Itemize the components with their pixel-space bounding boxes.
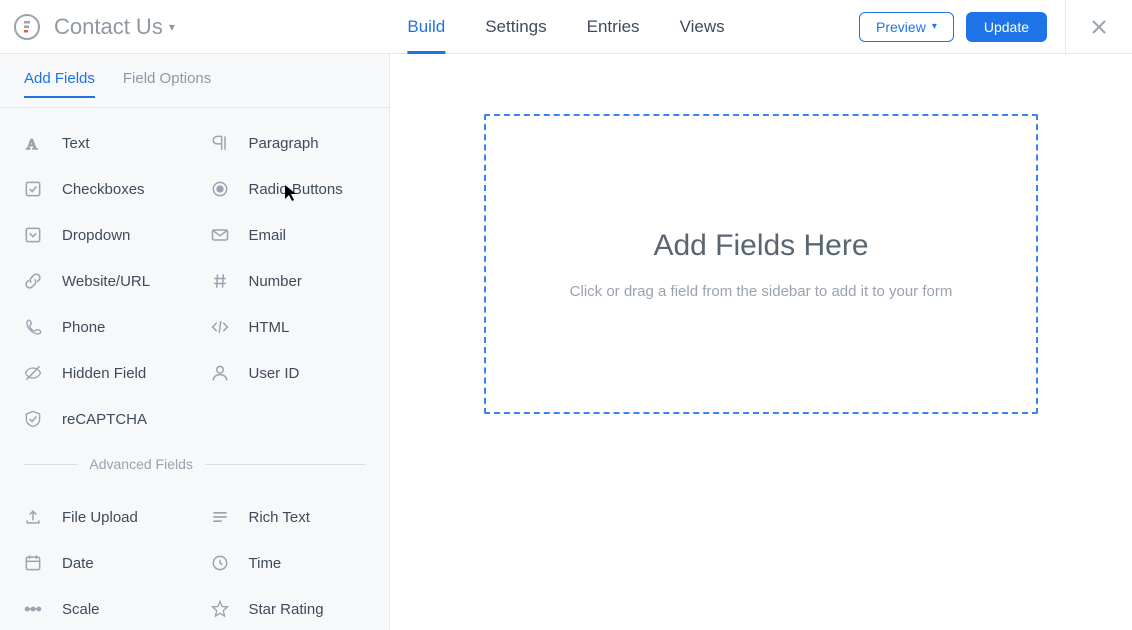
field-label: Scale <box>62 601 100 618</box>
logo-icon <box>14 14 40 40</box>
field-label: Phone <box>62 319 105 336</box>
field-label: Radio Buttons <box>249 181 343 198</box>
hidden-icon <box>22 362 44 384</box>
field-label: Email <box>249 227 287 244</box>
checkbox-icon <box>22 178 44 200</box>
phone-icon <box>22 316 44 338</box>
field-item-scale[interactable]: Scale <box>8 586 195 630</box>
field-item-user[interactable]: User ID <box>195 350 382 396</box>
tab-views[interactable]: Views <box>680 0 725 53</box>
field-label: Website/URL <box>62 273 150 290</box>
field-item-hidden[interactable]: Hidden Field <box>8 350 195 396</box>
sidebar-tabs: Add Fields Field Options <box>0 54 389 108</box>
field-label: Checkboxes <box>62 181 145 198</box>
app-logo <box>0 14 54 40</box>
field-item-date[interactable]: Date <box>8 540 195 586</box>
paragraph-icon <box>209 132 231 154</box>
field-item-richtext[interactable]: Rich Text <box>195 494 382 540</box>
preview-button[interactable]: Preview ▾ <box>859 12 954 42</box>
field-item-paragraph[interactable]: Paragraph <box>195 120 382 166</box>
text-icon: A <box>22 132 44 154</box>
update-button[interactable]: Update <box>966 12 1047 42</box>
main-tabs: Build Settings Entries Views <box>407 0 724 53</box>
field-label: Date <box>62 555 94 572</box>
field-label: User ID <box>249 365 300 382</box>
svg-text:A: A <box>26 137 37 153</box>
field-label: Time <box>249 555 282 572</box>
html-icon <box>209 316 231 338</box>
field-item-number[interactable]: Number <box>195 258 382 304</box>
field-label: Star Rating <box>249 601 324 618</box>
advanced-fields-grid: File Upload Rich Text Date Time Scale Star Ra… <box>0 482 389 630</box>
field-label: File Upload <box>62 509 138 526</box>
tab-settings[interactable]: Settings <box>485 0 546 53</box>
dropzone-heading: Add Fields Here <box>653 229 868 263</box>
scale-icon <box>22 598 44 620</box>
form-title: Contact Us <box>54 14 163 40</box>
field-label: Text <box>62 135 90 152</box>
number-icon <box>209 270 231 292</box>
field-item-time[interactable]: Time <box>195 540 382 586</box>
field-label: Dropdown <box>62 227 130 244</box>
sidebar-tab-add-fields[interactable]: Add Fields <box>24 70 95 97</box>
close-icon <box>1090 18 1108 36</box>
captcha-icon <box>22 408 44 430</box>
top-bar: Contact Us ▾ Build Settings Entries View… <box>0 0 1132 54</box>
field-item-html[interactable]: HTML <box>195 304 382 350</box>
divider <box>1065 0 1066 54</box>
email-icon <box>209 224 231 246</box>
field-label: reCAPTCHA <box>62 411 147 428</box>
field-item-url[interactable]: Website/URL <box>8 258 195 304</box>
tab-entries[interactable]: Entries <box>587 0 640 53</box>
tab-build[interactable]: Build <box>407 0 445 53</box>
sidebar-tab-field-options[interactable]: Field Options <box>123 70 211 97</box>
field-item-email[interactable]: Email <box>195 212 382 258</box>
field-item-captcha[interactable]: reCAPTCHA <box>8 396 195 442</box>
form-title-dropdown[interactable]: Contact Us ▾ <box>54 14 175 40</box>
field-label: HTML <box>249 319 290 336</box>
field-label: Rich Text <box>249 509 310 526</box>
dropzone[interactable]: Add Fields Here Click or drag a field fr… <box>484 114 1038 414</box>
field-item-radio[interactable]: Radio Buttons <box>195 166 382 212</box>
date-icon <box>22 552 44 574</box>
field-label: Number <box>249 273 302 290</box>
basic-fields-grid: A Text Paragraph Checkboxes Radio Buttons Dro… <box>0 108 389 446</box>
user-icon <box>209 362 231 384</box>
field-item-phone[interactable]: Phone <box>8 304 195 350</box>
dropzone-subtext: Click or drag a field from the sidebar t… <box>570 283 953 300</box>
dropdown-icon <box>22 224 44 246</box>
richtext-icon <box>209 506 231 528</box>
caret-down-icon: ▾ <box>932 21 937 32</box>
sidebar: Add Fields Field Options A Text Paragraph C… <box>0 54 390 630</box>
field-item-text[interactable]: A Text <box>8 120 195 166</box>
upload-icon <box>22 506 44 528</box>
field-item-upload[interactable]: File Upload <box>8 494 195 540</box>
time-icon <box>209 552 231 574</box>
field-item-checkbox[interactable]: Checkboxes <box>8 166 195 212</box>
star-icon <box>209 598 231 620</box>
url-icon <box>22 270 44 292</box>
top-actions: Preview ▾ Update <box>859 0 1132 53</box>
body: Add Fields Field Options A Text Paragraph C… <box>0 54 1132 630</box>
caret-down-icon: ▾ <box>169 20 175 34</box>
advanced-fields-heading: Advanced Fields <box>0 446 389 482</box>
field-label: Hidden Field <box>62 365 146 382</box>
form-canvas: Add Fields Here Click or drag a field fr… <box>390 54 1132 630</box>
field-item-star[interactable]: Star Rating <box>195 586 382 630</box>
radio-icon <box>209 178 231 200</box>
close-button[interactable] <box>1078 18 1120 36</box>
field-label: Paragraph <box>249 135 319 152</box>
field-item-dropdown[interactable]: Dropdown <box>8 212 195 258</box>
